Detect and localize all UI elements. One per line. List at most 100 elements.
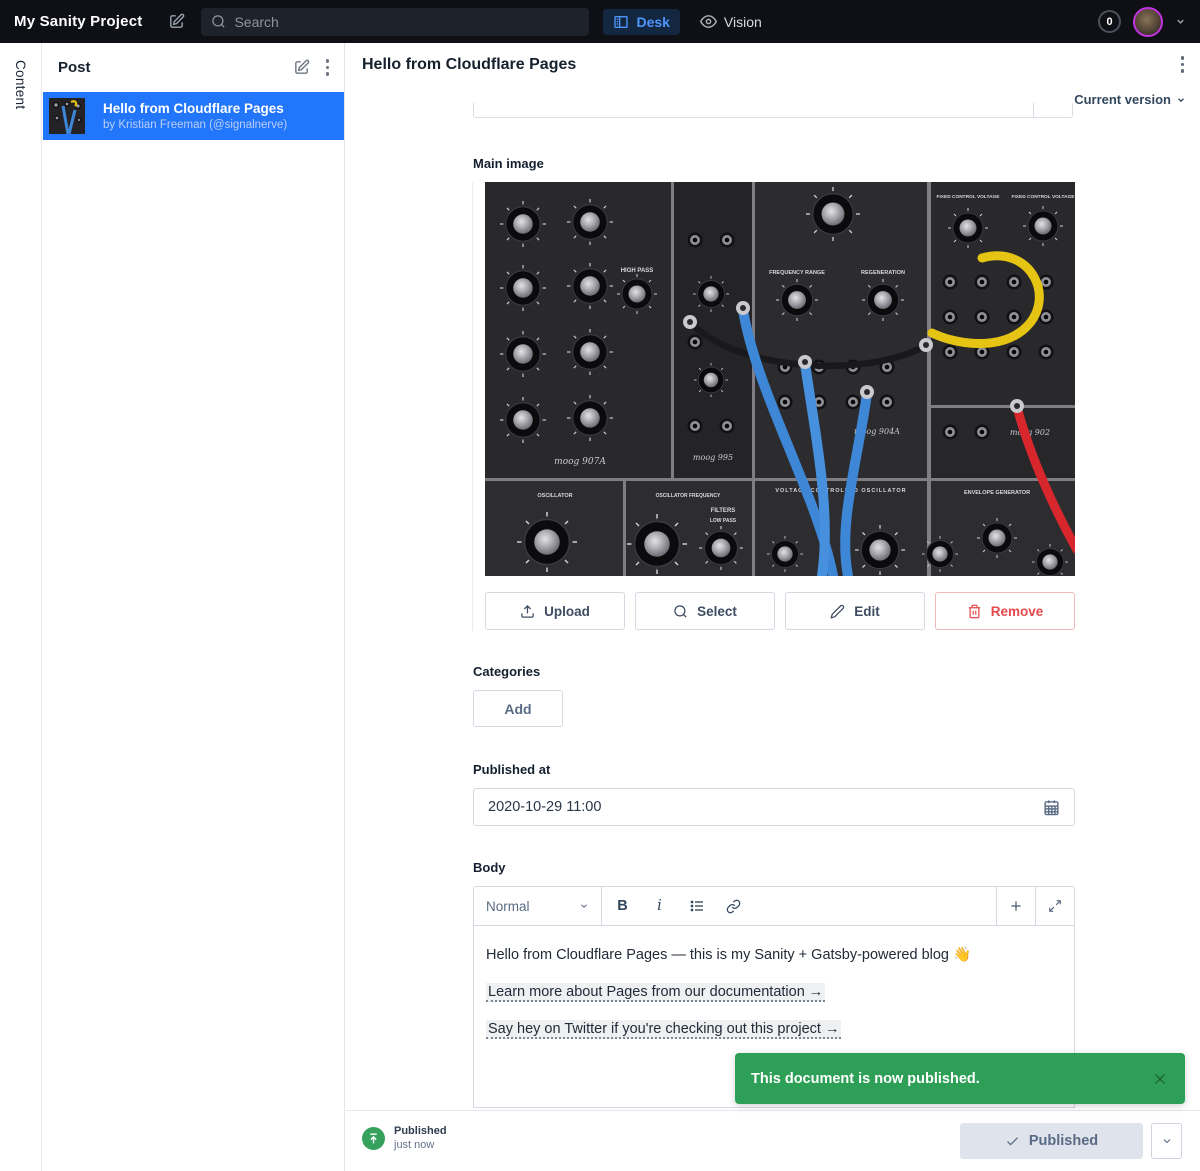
chevron-down-icon[interactable]: [1175, 16, 1186, 27]
italic-button[interactable]: i: [645, 892, 674, 921]
document-title: Hello from Cloudflare Pages: [362, 55, 577, 73]
version-selector[interactable]: Current version: [1074, 92, 1186, 107]
version-label: Current version: [1074, 92, 1171, 107]
image-label-vco: VOLTAGE CONTROLLED OSCILLATOR: [775, 488, 906, 494]
bold-button[interactable]: B: [608, 892, 637, 921]
notifications-badge[interactable]: 0: [1098, 10, 1121, 33]
image-label-moog-995: moog 995: [693, 453, 733, 462]
image-label-fixed-cv-2: FIXED CONTROL VOLTAGE: [1012, 194, 1075, 200]
pane-title: Post: [58, 59, 91, 76]
check-icon: [1006, 1136, 1018, 1146]
desk-icon: [614, 15, 629, 28]
tab-desk-label: Desk: [636, 13, 670, 30]
image-label-oscillator: OSCILLATOR: [537, 493, 572, 499]
close-icon[interactable]: [1151, 1070, 1169, 1088]
upload-button[interactable]: Upload: [485, 592, 625, 630]
insert-block-button[interactable]: [996, 887, 1035, 925]
body-link-docs[interactable]: Learn more about Pages from our document…: [486, 983, 826, 1002]
image-label-oscillator-frequency: OSCILLATOR FREQUENCY: [656, 493, 721, 499]
search-icon: [674, 604, 687, 618]
pencil-icon: [830, 604, 845, 619]
navbar-right: 0: [1098, 6, 1186, 37]
image-label-low-pass: LOW PASS: [710, 518, 737, 524]
published-at-value: 2020-10-29 11:00: [488, 799, 602, 815]
publish-button-label: Published: [1028, 1133, 1099, 1149]
list-item-subtitle: by Kristian Freeman (@signalnerve): [103, 119, 288, 131]
document-pane: Hello from Cloudflare Pages Current vers…: [346, 43, 1200, 1171]
tab-vision-label: Vision: [723, 13, 762, 30]
calendar-icon[interactable]: [1043, 799, 1060, 816]
content-rail: Content: [0, 43, 42, 1171]
compose-icon[interactable]: [168, 13, 185, 30]
eye-icon: [699, 15, 717, 28]
document-menu-icon[interactable]: [1180, 56, 1184, 73]
upload-label: Upload: [544, 603, 590, 619]
main-image-label: Main image: [473, 156, 544, 171]
body-toolbar: Normal B i: [474, 887, 1074, 926]
body-label: Body: [473, 860, 506, 875]
image-action-buttons: Upload Select Edit Remove: [485, 592, 1075, 630]
publish-status: Published just now: [362, 1125, 447, 1151]
publish-button[interactable]: Published: [960, 1123, 1143, 1159]
rail-tab-content[interactable]: Content: [13, 60, 28, 1171]
document-footer: Published just now Published: [346, 1110, 1200, 1171]
top-navbar: My Sanity Project Desk Vision 0: [0, 0, 1200, 43]
list-item-title: Hello from Cloudflare Pages: [103, 101, 284, 116]
tab-vision[interactable]: Vision: [690, 8, 772, 35]
remove-label: Remove: [990, 603, 1044, 619]
tab-desk[interactable]: Desk: [603, 8, 680, 35]
trash-icon: [968, 604, 980, 618]
document-header: Hello from Cloudflare Pages: [346, 43, 1200, 86]
edit-label: Edit: [854, 603, 880, 619]
remove-button[interactable]: Remove: [935, 592, 1075, 630]
post-list-header: Post: [43, 43, 344, 92]
publish-status-time: just now: [394, 1139, 435, 1151]
list-item-post[interactable]: Hello from Cloudflare Pages by Kristian …: [43, 92, 344, 140]
bullet-list-button[interactable]: [682, 892, 711, 921]
upload-icon: [521, 604, 534, 618]
fullscreen-button[interactable]: [1035, 887, 1074, 925]
slug-field-clipped[interactable]: [473, 103, 1073, 118]
link-button[interactable]: [719, 892, 748, 921]
select-button[interactable]: Select: [635, 592, 775, 630]
sanity-studio-app: My Sanity Project Desk Vision 0 Content: [0, 0, 1200, 1171]
image-label-moog-907a: moog 907A: [554, 457, 606, 467]
style-select[interactable]: Normal: [474, 887, 602, 925]
plus-icon: [1011, 901, 1021, 911]
main-image-preview[interactable]: HIGH PASS moog 907A moog 995 FREQUENCY R…: [485, 182, 1075, 576]
select-label: Select: [697, 603, 737, 619]
style-select-value: Normal: [486, 898, 530, 914]
publish-status-title: Published: [394, 1125, 447, 1137]
image-label-frequency-range: FREQUENCY RANGE: [769, 270, 825, 276]
chevron-down-icon: [1163, 1139, 1170, 1144]
image-label-filters: FILTERS: [711, 508, 736, 514]
chevron-down-icon: [1178, 97, 1184, 102]
expand-icon: [1049, 900, 1061, 912]
published-at-input[interactable]: 2020-10-29 11:00: [473, 788, 1075, 826]
new-document-icon[interactable]: [293, 59, 310, 76]
avatar[interactable]: [1133, 6, 1163, 37]
image-label-regeneration: REGENERATION: [861, 270, 905, 276]
chevron-down-icon: [581, 904, 587, 908]
search-icon: [212, 15, 226, 28]
link-icon: [726, 899, 741, 913]
publish-menu-button[interactable]: [1151, 1123, 1182, 1159]
search-input[interactable]: [234, 13, 580, 30]
post-list-pane: Post Hello from Cloudflare Pages by Kris…: [43, 43, 345, 1171]
categories-label: Categories: [473, 664, 541, 679]
published-at-label: Published at: [473, 762, 551, 777]
toast-message: This document is now published.: [751, 1070, 980, 1087]
image-label-high-pass: HIGH PASS: [621, 268, 654, 274]
pane-menu-icon[interactable]: [325, 59, 329, 76]
edit-button[interactable]: Edit: [785, 592, 925, 630]
published-status-icon: [362, 1126, 385, 1150]
body-link-twitter[interactable]: Say hey on Twitter if you're checking ou…: [486, 1020, 842, 1039]
add-category-button[interactable]: Add: [473, 690, 563, 727]
search-box[interactable]: [201, 7, 590, 36]
image-label-fixed-cv-1: FIXED CONTROL VOLTAGE: [937, 194, 1001, 200]
field-border: [472, 182, 473, 631]
body-content[interactable]: Hello from Cloudflare Pages — this is my…: [474, 926, 1074, 1039]
image-label-envelope-generator: ENVELOPE GENERATOR: [964, 490, 1030, 496]
bullet-list-icon: [690, 900, 703, 912]
post-thumbnail: [49, 98, 85, 134]
